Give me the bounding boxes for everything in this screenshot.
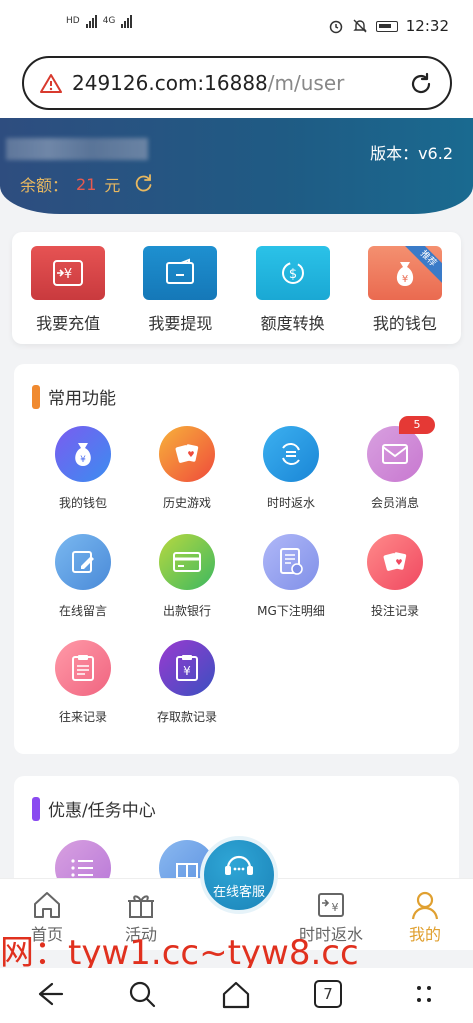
url-host: 249126.com:16888 [72, 71, 268, 95]
edit-icon [55, 534, 111, 590]
refresh-balance-icon[interactable] [132, 173, 154, 195]
signal-icon-2 [121, 14, 133, 28]
balance-label: 余额： [20, 176, 69, 195]
gift-icon [128, 895, 154, 918]
tabs-button[interactable]: 7 [314, 980, 342, 1008]
grid-item-bet-records[interactable]: ♥ 投注记录 [340, 534, 450, 619]
recharge-label: 我要充值 [36, 314, 101, 333]
mail-icon: 5 [367, 416, 435, 482]
watermark-text: 网：tyw1.cc~tyw8.cc [0, 935, 359, 971]
grid-label: 在线留言 [58, 604, 107, 618]
network-indicators: HD 4G [66, 14, 133, 28]
title-accent-bar [32, 796, 40, 821]
network-type-label: 4G [102, 16, 116, 26]
tabs-count: 7 [323, 985, 333, 1003]
grid-label: 存取款记录 [156, 710, 217, 724]
svg-text:¥: ¥ [64, 267, 72, 282]
grid-label: 投注记录 [370, 604, 419, 618]
grid-item-rebate[interactable]: 时时返水 [236, 426, 346, 511]
my-wallet-label: 我的钱包 [372, 314, 437, 333]
username-blurred [6, 138, 148, 160]
signal-icon [85, 14, 97, 28]
withdraw-label: 我要提现 [148, 314, 213, 333]
grid-item-transactions[interactable]: 往来记录 [28, 640, 138, 725]
url-path: /m/user [267, 71, 345, 95]
grid-item-deposit-withdraw-records[interactable]: ¥ 存取款记录 [132, 640, 242, 725]
user-icon [411, 891, 439, 920]
reload-icon[interactable] [408, 71, 434, 97]
system-nav-bar: 7 [0, 968, 473, 1023]
money-bag-icon: ¥ [55, 426, 111, 482]
battery-icon [375, 20, 398, 32]
more-icon[interactable] [408, 978, 440, 1010]
address-bar[interactable]: 249126.com:16888 /m/user [22, 56, 452, 110]
grid-item-history-games[interactable]: ♥ 历史游戏 [132, 426, 242, 511]
svg-text:♥: ♥ [395, 558, 402, 567]
grid-item-online-message[interactable]: 在线留言 [28, 534, 138, 619]
cards-icon: ♥ [367, 534, 423, 590]
online-service-label: 在线客服 [212, 884, 265, 900]
home-icon [34, 892, 60, 918]
user-header: 版本：v6.2 余额： 21 元 [0, 118, 473, 214]
grid-item-wallet[interactable]: ¥ 我的钱包 [28, 426, 138, 511]
version-label: 版本：v6.2 [370, 144, 453, 163]
promo-center-title: 优惠/任务中心 [48, 801, 156, 821]
home-icon[interactable] [220, 978, 252, 1010]
transfer-button[interactable]: $ 额度转换 [243, 246, 343, 344]
grid-label: MG下注明细 [257, 604, 325, 618]
warning-icon[interactable] [40, 73, 62, 93]
balance-amount: 21 [76, 174, 97, 194]
grid-label: 历史游戏 [162, 496, 211, 510]
svg-text:¥: ¥ [402, 274, 408, 285]
recharge-button[interactable]: ¥ 我要充值 [18, 246, 118, 344]
status-right: 12:32 [328, 17, 449, 35]
rebate-icon: ¥ [318, 893, 344, 917]
balance-unit: 元 [104, 176, 121, 195]
money-bag-icon: ¥ 推荐 [367, 246, 442, 300]
transfer-icon: $ [255, 246, 330, 300]
common-functions-title: 常用功能 [48, 389, 116, 409]
alarm-icon [329, 20, 343, 34]
grid-label: 时时返水 [266, 496, 315, 510]
recharge-icon: ¥ [31, 246, 106, 300]
title-accent-bar [32, 384, 40, 409]
grid-item-mg-bets[interactable]: MG下注明细 [236, 534, 346, 619]
svg-text:♥: ♥ [187, 450, 194, 459]
clock: 12:32 [405, 17, 449, 35]
browser-toolbar: 249126.com:16888 /m/user [0, 52, 473, 118]
svg-text:¥: ¥ [80, 455, 86, 465]
common-functions-card: 常用功能 ¥ 我的钱包 ♥ 历史游戏 时时返水 5 会员消息 在线留言 出款银行… [14, 364, 459, 754]
grid-label: 往来记录 [58, 710, 107, 724]
search-icon[interactable] [126, 978, 158, 1010]
withdraw-button[interactable]: 我要提现 [130, 246, 230, 344]
grid-label: 出款银行 [162, 604, 211, 618]
refresh-icon [263, 426, 319, 482]
svg-text:¥: ¥ [332, 901, 339, 914]
svg-text:$: $ [288, 267, 296, 282]
my-wallet-button[interactable]: ¥ 推荐 我的钱包 [355, 246, 455, 344]
clipboard-icon [55, 640, 111, 696]
hd-label: HD [66, 16, 80, 26]
grid-label: 会员消息 [370, 496, 419, 510]
online-service-button[interactable]: 在线客服 [200, 836, 278, 914]
cards-icon: ♥ [159, 426, 215, 482]
balance-row: 余额： 21 元 [20, 172, 154, 196]
grid-item-bank[interactable]: 出款银行 [132, 534, 242, 619]
grid-label: 我的钱包 [58, 496, 107, 510]
transfer-label: 额度转换 [260, 314, 325, 333]
section-title: 常用功能 [32, 384, 116, 409]
headset-icon [225, 855, 253, 875]
card-icon [159, 534, 215, 590]
mute-icon [353, 19, 367, 33]
status-bar: HD 4G 12:32 [0, 0, 473, 52]
document-icon [263, 534, 319, 590]
back-icon[interactable] [32, 978, 64, 1010]
svg-text:¥: ¥ [183, 664, 191, 678]
grid-item-messages[interactable]: 5 会员消息 [340, 416, 450, 511]
quick-actions-card: ¥ 我要充值 我要提现 $ 额度转换 ¥ 推荐 我的钱包 [12, 232, 461, 344]
message-count-badge: 5 [399, 416, 435, 434]
wallet-icon [143, 246, 218, 300]
section-title: 优惠/任务中心 [32, 796, 156, 821]
clipboard-yen-icon: ¥ [159, 640, 215, 696]
